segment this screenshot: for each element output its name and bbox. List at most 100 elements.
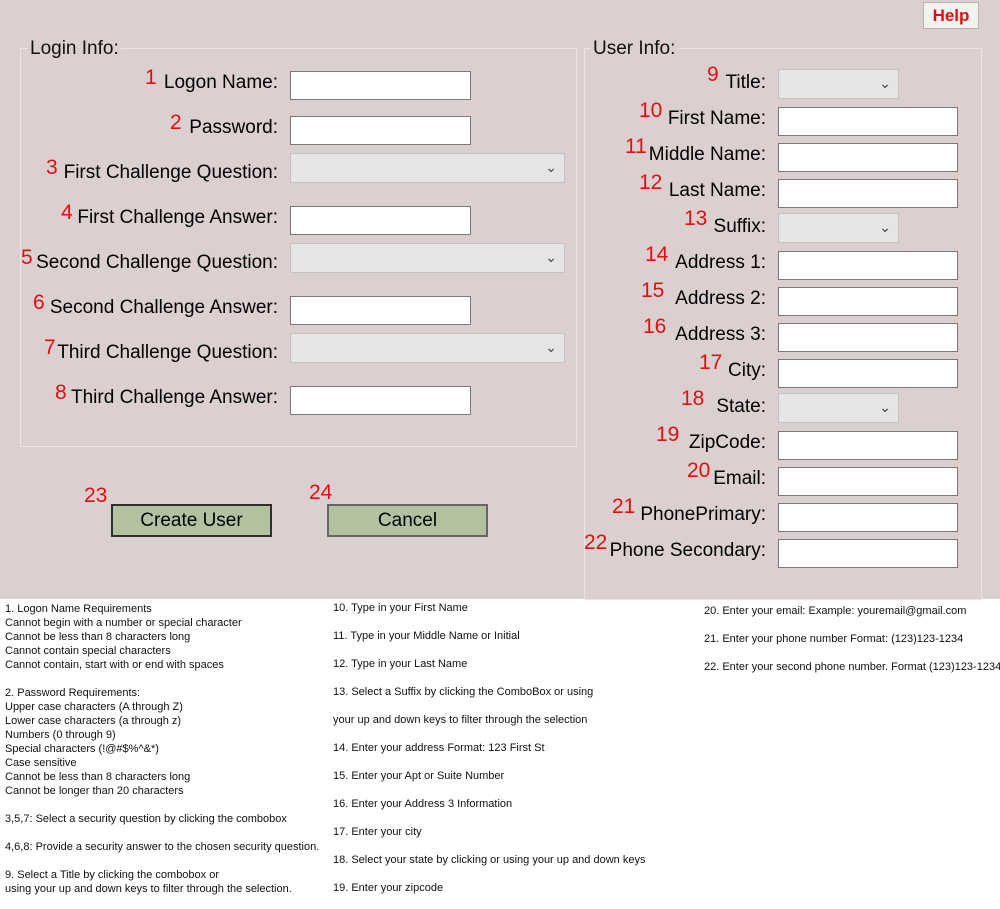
- chevron-down-icon: ⌄: [545, 339, 557, 355]
- city-input[interactable]: [778, 359, 958, 388]
- phone-secondary-input[interactable]: [778, 539, 958, 568]
- address-2-number: 15: [641, 279, 665, 302]
- zipcode-number: 19: [656, 423, 680, 446]
- suffix-label: Suffix:: [713, 216, 766, 237]
- middle-name-number: 11: [625, 135, 647, 158]
- third-challenge-question-label: Third Challenge Question:: [57, 342, 278, 363]
- middle-name-input[interactable]: [778, 143, 958, 172]
- address-2-input[interactable]: [778, 287, 958, 316]
- cancel-button[interactable]: Cancel: [327, 504, 488, 537]
- address-1-number: 14: [645, 243, 669, 266]
- password-label: Password:: [189, 117, 278, 138]
- phoneprimary-input[interactable]: [778, 503, 958, 532]
- help-button[interactable]: Help: [923, 2, 979, 29]
- state-combobox[interactable]: ⌄: [778, 393, 899, 423]
- help-line: [5, 826, 325, 840]
- logon-name-label: Logon Name:: [163, 72, 278, 93]
- help-line: [5, 798, 325, 812]
- chevron-down-icon: ⌄: [879, 75, 891, 91]
- state-number: 18: [681, 387, 705, 410]
- help-line: 19. Enter your zipcode: [333, 882, 444, 894]
- help-line: Cannot contain, start with or end with s…: [5, 659, 224, 671]
- zipcode-label: ZipCode:: [688, 432, 766, 453]
- cancel-number: 24: [309, 481, 333, 504]
- zipcode-input[interactable]: [778, 431, 958, 460]
- first-challenge-question-label: First Challenge Question:: [63, 162, 278, 183]
- email-label: Email:: [713, 468, 766, 489]
- title-combobox[interactable]: ⌄: [778, 69, 899, 99]
- help-text-column-1: 1. Logon Name Requirements Cannot begin w…: [5, 602, 325, 896]
- title-number: 9: [707, 63, 719, 86]
- email-number: 20: [687, 459, 711, 482]
- login-info-title: Login Info:: [28, 38, 121, 60]
- help-line: Cannot contain special characters: [5, 645, 171, 657]
- help-line: 16. Enter your Address 3 Information: [333, 798, 513, 810]
- help-line: 9. Select a Title by clicking the combob…: [5, 869, 219, 881]
- help-line: [5, 854, 325, 868]
- help-line: Numbers (0 through 9): [5, 729, 116, 741]
- help-line: 1. Logon Name Requirements: [5, 603, 152, 615]
- first-challenge-answer-input[interactable]: [290, 206, 471, 235]
- help-line: 15. Enter your Apt or Suite Number: [333, 770, 505, 782]
- address-3-input[interactable]: [778, 323, 958, 352]
- password-input[interactable]: [290, 116, 471, 145]
- logon-name-number: 1: [145, 66, 157, 89]
- first-name-label: First Name:: [667, 108, 766, 129]
- second-challenge-answer-label: Second Challenge Answer:: [49, 297, 278, 318]
- address-2-label: Address 2:: [675, 288, 766, 309]
- first-challenge-question-number: 3: [46, 156, 58, 179]
- city-label: City:: [728, 360, 766, 381]
- chevron-down-icon: ⌄: [545, 159, 557, 175]
- help-line: 20. Enter your email: Example: youremail…: [704, 605, 967, 617]
- suffix-combobox[interactable]: ⌄: [778, 213, 899, 243]
- help-line: 3,5,7: Select a security question by cli…: [5, 813, 287, 825]
- help-line: Case sensitive: [5, 757, 77, 769]
- last-name-input[interactable]: [778, 179, 958, 208]
- third-challenge-answer-input[interactable]: [290, 386, 471, 415]
- help-line: Lower case characters (a through z): [5, 715, 182, 727]
- second-challenge-answer-input[interactable]: [290, 296, 471, 325]
- help-line: 13. Select a Suffix by clicking the Comb…: [333, 686, 594, 698]
- password-number: 2: [170, 111, 182, 134]
- chevron-down-icon: ⌄: [879, 219, 891, 235]
- first-challenge-question-combobox[interactable]: ⌄: [290, 153, 565, 183]
- chevron-down-icon: ⌄: [879, 399, 891, 415]
- help-line: 12. Type in your Last Name: [333, 658, 468, 670]
- first-challenge-answer-label: First Challenge Answer:: [77, 207, 278, 228]
- second-challenge-question-combobox[interactable]: ⌄: [290, 243, 565, 273]
- help-line: your up and down keys to filter through …: [333, 714, 588, 726]
- help-text-column-2: 10. Type in your First Name 11. Type in y…: [333, 601, 673, 909]
- help-line: 14. Enter your address Format: 123 First…: [333, 742, 545, 754]
- phoneprimary-label: PhonePrimary:: [640, 504, 766, 525]
- user-form-window: Help Login Info: User Info: 1 Logon Name:…: [0, 0, 1000, 600]
- help-line: 10. Type in your First Name: [333, 602, 468, 614]
- help-line: Special characters (!@#$%^&*): [5, 743, 159, 755]
- help-line: Upper case characters (A through Z): [5, 701, 183, 713]
- help-line: Cannot be less than 8 characters long: [5, 631, 191, 643]
- second-challenge-answer-number: 6: [33, 291, 45, 314]
- help-line: 11. Type in your Middle Name or Initial: [333, 630, 520, 642]
- last-name-number: 12: [639, 171, 663, 194]
- third-challenge-answer-number: 8: [55, 381, 67, 404]
- help-line: 17. Enter your city: [333, 826, 422, 838]
- last-name-label: Last Name:: [668, 180, 766, 201]
- third-challenge-question-combobox[interactable]: ⌄: [290, 333, 565, 363]
- help-line: 22. Enter your second phone number. Form…: [704, 661, 1000, 673]
- help-line: Cannot begin with a number or special ch…: [5, 617, 242, 629]
- address-1-input[interactable]: [778, 251, 958, 280]
- first-name-number: 10: [639, 99, 663, 122]
- third-challenge-answer-label: Third Challenge Answer:: [71, 387, 278, 408]
- help-text-column-3: 20. Enter your email: Example: youremail…: [704, 604, 1000, 688]
- help-line: 21. Enter your phone number Format: (123…: [704, 633, 964, 645]
- help-line: Cannot be longer than 20 characters: [5, 785, 184, 797]
- third-challenge-question-number: 7: [44, 336, 56, 359]
- help-line: Cannot be less than 8 characters long: [5, 771, 191, 783]
- logon-name-input[interactable]: [290, 71, 471, 100]
- city-number: 17: [699, 351, 723, 374]
- create-user-button[interactable]: Create User: [111, 504, 272, 537]
- address-1-label: Address 1:: [675, 252, 766, 273]
- first-name-input[interactable]: [778, 107, 958, 136]
- email-input[interactable]: [778, 467, 958, 496]
- help-line: 18. Select your state by clicking or usi…: [333, 854, 646, 866]
- second-challenge-question-label: Second Challenge Question:: [36, 252, 278, 273]
